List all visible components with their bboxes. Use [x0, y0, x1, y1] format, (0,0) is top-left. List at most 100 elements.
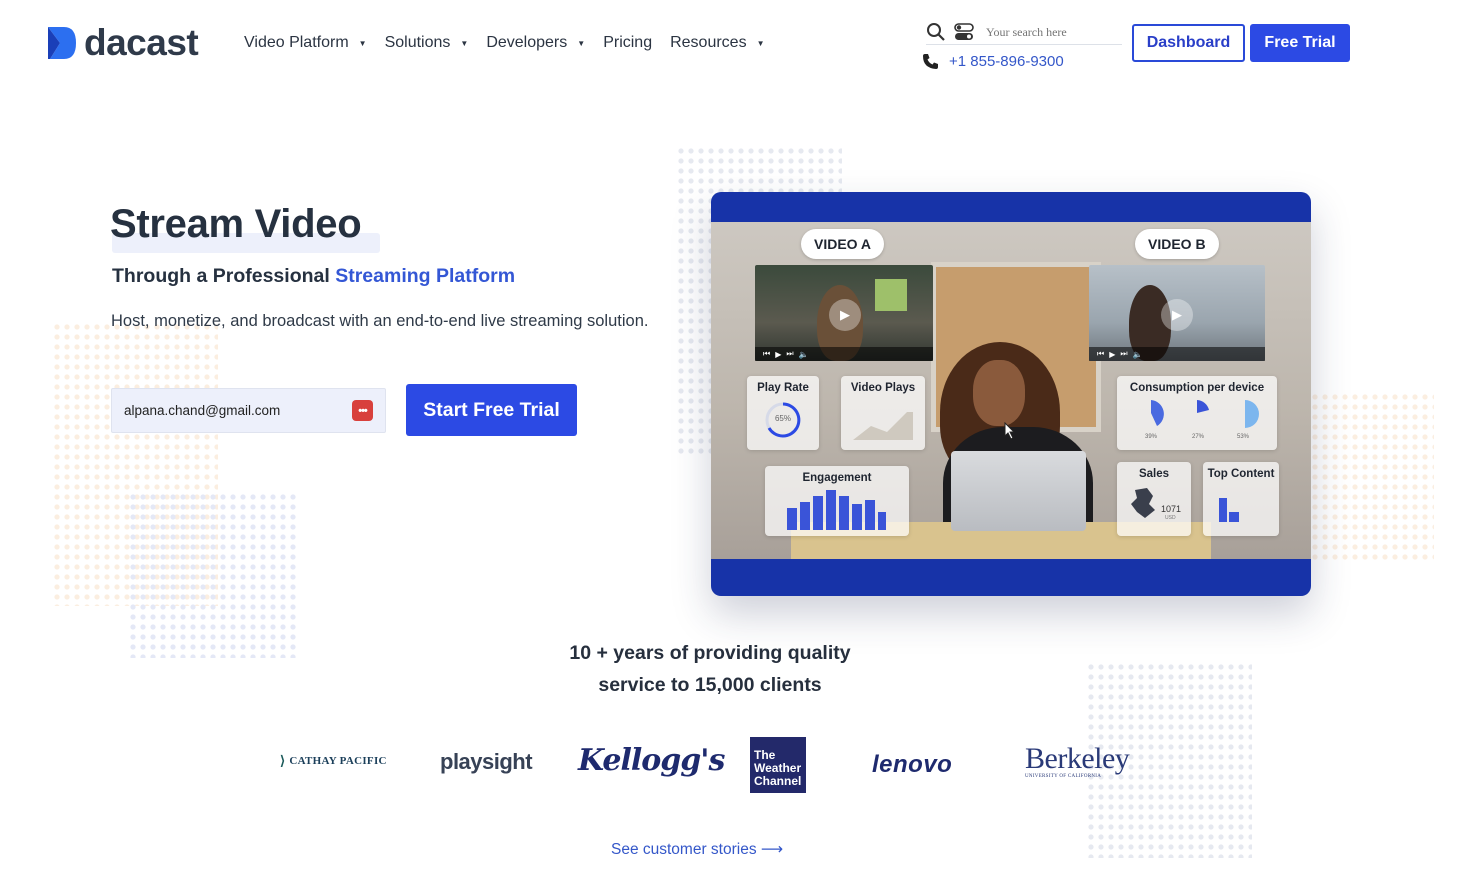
engagement-bars-icon: [787, 490, 886, 530]
weather-line-3: Channel: [754, 774, 802, 788]
volume-icon[interactable]: 🔈: [799, 350, 809, 359]
caret-down-icon: ▼: [577, 38, 586, 48]
cathay-pacific-logo: ⟩ CATHAY PACIFIC: [280, 753, 387, 769]
skip-forward-icon[interactable]: ⏭: [1120, 349, 1127, 359]
hero-subtitle: Through a Professional Streaming Platfor…: [112, 265, 515, 288]
berkeley-subtext: UNIVERSITY OF CALIFORNIA: [1025, 774, 1102, 779]
sales-unit: USD: [1165, 515, 1176, 521]
email-input[interactable]: [124, 403, 352, 418]
video-a-controls[interactable]: ⏮ ▶ ⏭ 🔈: [755, 347, 933, 361]
consumption-value-3: 53%: [1237, 434, 1250, 440]
hero-title: Stream Video: [110, 202, 362, 246]
play-small-icon[interactable]: ▶: [1109, 350, 1115, 359]
berkeley-text: Berkeley: [1025, 742, 1130, 775]
video-b-player[interactable]: ▶ ⏮ ▶ ⏭ 🔈: [1089, 265, 1265, 361]
play-rate-title: Play Rate: [757, 382, 809, 394]
nav-resources[interactable]: Resources ▼: [670, 34, 764, 52]
hero-subtitle-plain: Through a Professional: [112, 265, 336, 287]
kelloggs-logo: Kellogg's: [578, 743, 725, 778]
play-icon[interactable]: ▶: [829, 299, 861, 331]
decor-dots-right: [1310, 392, 1434, 560]
nav-label: Pricing: [603, 34, 653, 51]
see-customer-stories-link[interactable]: See customer stories ⟶: [611, 840, 783, 859]
play-small-icon[interactable]: ▶: [775, 350, 781, 359]
search-icon[interactable]: [926, 22, 946, 42]
dacast-logo-icon: [48, 26, 76, 59]
poster-a: [875, 279, 907, 311]
caret-down-icon: ▼: [460, 38, 469, 48]
consumption-widget: Consumption per device 39% 27% 53%: [1117, 376, 1277, 450]
toggle-icon[interactable]: [954, 23, 974, 41]
video-frame[interactable]: ▶ ⏮ ▶ ⏭ 🔈 ▶ ⏮ ▶ ⏭ 🔈 VIDEO A VIDEO B Play Rate …: [711, 222, 1311, 559]
nav-video-platform[interactable]: Video Platform ▼: [244, 34, 367, 52]
sales-title: Sales: [1138, 468, 1170, 480]
consumption-value-2: 27%: [1192, 434, 1205, 440]
hero-subtitle-accent: Streaming Platform: [335, 265, 516, 287]
top-content-bars-icon: [1219, 498, 1239, 522]
cathay-brush-icon: ⟩: [280, 753, 286, 768]
search-bar: [926, 20, 1122, 45]
play-icon[interactable]: ▶: [1161, 299, 1193, 331]
sales-map-icon: [1131, 488, 1155, 518]
decor-dots-left-blue: [128, 492, 296, 658]
play-rate-widget: Play Rate 65%: [747, 376, 819, 450]
skip-forward-icon[interactable]: ⏭: [786, 349, 793, 359]
start-free-trial-button[interactable]: Start Free Trial: [406, 384, 577, 436]
video-plays-widget: Video Plays: [841, 376, 925, 450]
phone-number[interactable]: +1 855-896-9300: [949, 53, 1064, 70]
playsight-logo: playsight: [440, 749, 533, 775]
phone-contact[interactable]: +1 855-896-9300: [922, 53, 1064, 70]
nav-pricing[interactable]: Pricing: [603, 34, 652, 52]
sales-widget: Sales 1071 USD: [1117, 462, 1191, 536]
video-b-label: VIDEO B: [1135, 229, 1219, 259]
video-b-controls[interactable]: ⏮ ▶ ⏭ 🔈: [1089, 347, 1265, 361]
kelloggs-text: Kellogg's: [578, 743, 725, 778]
clients-line-2: service to 15,000 clients: [598, 674, 822, 696]
consumption-title: Consumption per device: [1129, 382, 1265, 394]
nav-label: Video Platform: [244, 34, 349, 51]
hero-description: Host, monetize, and broadcast with an en…: [111, 312, 649, 330]
woman-face: [973, 360, 1025, 426]
weather-channel-logo: The Weather Channel: [750, 737, 806, 793]
password-manager-icon[interactable]: •••: [352, 400, 373, 421]
email-field[interactable]: •••: [111, 388, 386, 433]
phone-icon: [923, 54, 938, 69]
sales-value: 1071: [1161, 504, 1182, 514]
caret-down-icon: ▼: [358, 38, 367, 48]
play-rate-value: 65%: [774, 414, 791, 423]
main-nav: Video Platform ▼ Solutions ▼ Developers ▼ P…: [244, 34, 783, 52]
clients-statement: 10 + years of providing quality service …: [560, 637, 860, 701]
berkeley-logo: Berkeley UNIVERSITY OF CALIFORNIA: [1025, 742, 1130, 780]
cathay-text: CATHAY PACIFIC: [289, 755, 387, 767]
client-logos: ⟩ CATHAY PACIFIC playsight Kellogg's The …: [280, 733, 1140, 795]
cursor-icon: [1004, 422, 1016, 440]
nav-developers[interactable]: Developers ▼: [486, 34, 585, 52]
volume-icon[interactable]: 🔈: [1133, 350, 1143, 359]
lenovo-logo: lenovo: [872, 751, 952, 779]
lenovo-text: lenovo: [872, 751, 953, 778]
caret-down-icon: ▼: [756, 38, 765, 48]
nav-label: Solutions: [384, 34, 451, 51]
engagement-widget: Engagement: [765, 466, 909, 536]
logo-wordmark: dacast: [84, 22, 199, 63]
dacast-logo[interactable]: dacast: [46, 22, 199, 63]
skip-back-icon[interactable]: ⏮: [763, 349, 770, 359]
nav-solutions[interactable]: Solutions ▼: [385, 34, 469, 52]
consumption-pies-icon: [1151, 400, 1259, 428]
video-plays-area-icon: [853, 412, 913, 440]
clients-line-1: 10 + years of providing quality: [569, 642, 851, 664]
skip-back-icon[interactable]: ⏮: [1097, 349, 1104, 359]
playsight-text: playsight: [440, 749, 533, 774]
dashboard-button[interactable]: Dashboard: [1132, 24, 1245, 62]
hero-video[interactable]: ▶ ⏮ ▶ ⏭ 🔈 ▶ ⏮ ▶ ⏭ 🔈 VIDEO A VIDEO B Play Rate …: [711, 192, 1311, 596]
engagement-title: Engagement: [802, 472, 872, 484]
video-a-player[interactable]: ▶ ⏮ ▶ ⏭ 🔈: [755, 265, 933, 361]
top-content-widget: Top Content: [1203, 462, 1279, 536]
top-content-title: Top Content: [1207, 468, 1275, 480]
video-a-label: VIDEO A: [801, 229, 885, 259]
nav-label: Developers: [486, 34, 568, 51]
free-trial-button[interactable]: Free Trial: [1250, 24, 1350, 62]
search-input[interactable]: [986, 24, 1106, 40]
nav-label: Resources: [670, 34, 747, 51]
laptop: [951, 451, 1086, 531]
